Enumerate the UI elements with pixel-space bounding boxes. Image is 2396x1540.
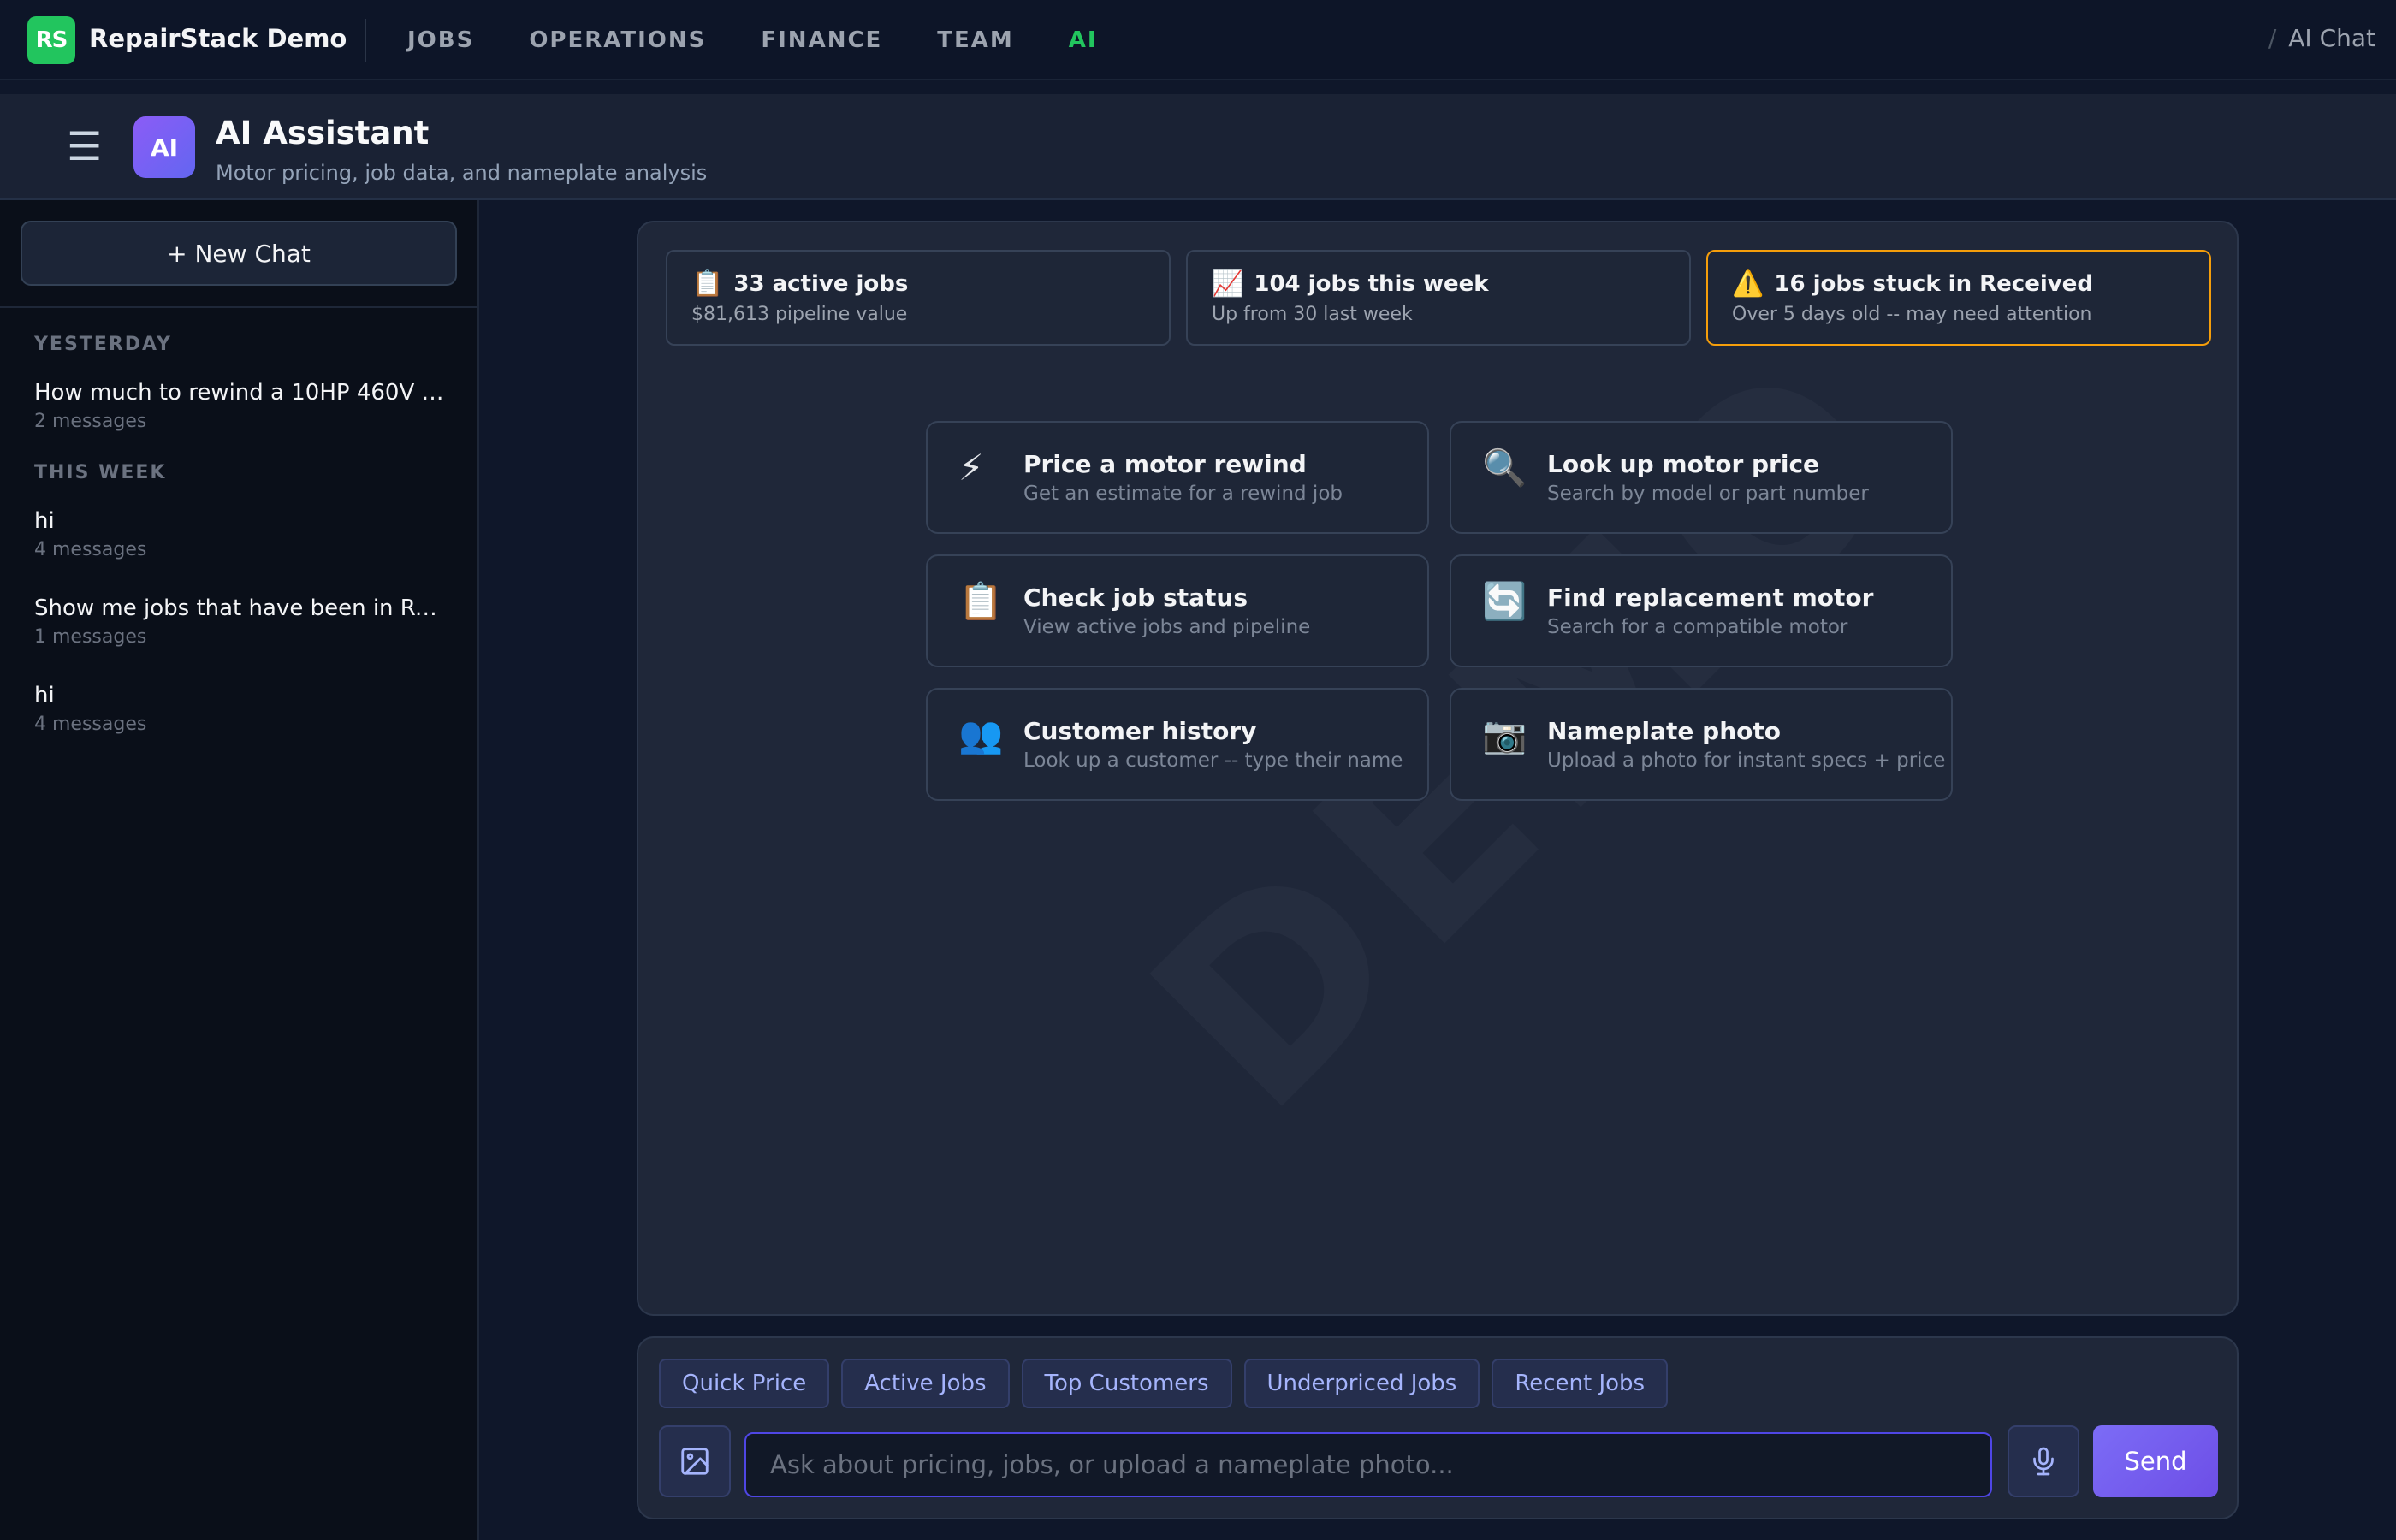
chat-history-item[interactable]: Show me jobs that have been in Received …	[34, 595, 445, 648]
breadcrumb-separator: /	[2268, 24, 2277, 52]
action-title: Check job status	[1023, 583, 1248, 612]
app-logo[interactable]: RS	[27, 16, 75, 64]
people-icon: 👥	[958, 714, 1004, 755]
action-subtitle: Search for a compatible motor	[1547, 616, 1848, 638]
chip-top-customers[interactable]: Top Customers	[1021, 1359, 1232, 1408]
action-price-rewind[interactable]: ⚡ Price a motor rewind Get an estimate f…	[926, 421, 1429, 534]
action-title: Price a motor rewind	[1023, 450, 1307, 478]
main-nav: JOBS OPERATIONS FINANCE TEAM AI	[407, 0, 1098, 80]
page-title: AI Assistant	[216, 115, 430, 151]
menu-toggle-icon[interactable]: ☰	[67, 127, 102, 166]
chart-up-icon: 📈	[1212, 269, 1244, 299]
chip-quick-price[interactable]: Quick Price	[659, 1359, 830, 1408]
quick-prompt-chips: Quick Price Active Jobs Top Customers Un…	[659, 1359, 1669, 1408]
chat-history-item[interactable]: How much to rewind a 10HP 460V 3-phase m…	[34, 380, 445, 432]
page-subtitle: Motor pricing, job data, and nameplate a…	[216, 161, 708, 185]
chat-title: How much to rewind a 10HP 460V 3-phase m…	[34, 380, 445, 406]
new-chat-button[interactable]: + New Chat	[21, 221, 457, 286]
warning-icon: ⚠️	[1732, 269, 1764, 299]
stat-card-jobs-this-week[interactable]: 📈 104 jobs this week Up from 30 last wee…	[1186, 250, 1691, 346]
ai-avatar: AI	[133, 116, 195, 178]
action-nameplate-photo[interactable]: 📷 Nameplate photo Upload a photo for ins…	[1450, 688, 1953, 801]
sidebar-divider	[0, 306, 477, 308]
clipboard-icon: 📋	[958, 580, 1004, 622]
voice-input-button[interactable]	[2008, 1425, 2079, 1497]
microphone-icon	[2033, 1447, 2054, 1476]
chat-panel: DEMO 📋 33 active jobs $81,613 pipeline v…	[637, 221, 2239, 1316]
action-subtitle: Search by model or part number	[1547, 483, 1869, 505]
action-title: Find replacement motor	[1547, 583, 1874, 612]
action-check-job-status[interactable]: 📋 Check job status View active jobs and …	[926, 554, 1429, 667]
magnifier-icon: 🔍	[1482, 447, 1527, 489]
chat-history-item[interactable]: hi 4 messages	[34, 508, 445, 560]
chat-history-item[interactable]: hi 4 messages	[34, 683, 445, 735]
chat-composer: Quick Price Active Jobs Top Customers Un…	[637, 1336, 2239, 1519]
chat-title: hi	[34, 508, 55, 534]
action-subtitle: Get an estimate for a rewind job	[1023, 483, 1343, 505]
stat-subtitle: Over 5 days old -- may need attention	[1732, 304, 2092, 325]
stat-card-active-jobs[interactable]: 📋 33 active jobs $81,613 pipeline value	[666, 250, 1171, 346]
breadcrumb-current: AI Chat	[2288, 24, 2375, 52]
chip-underpriced-jobs[interactable]: Underpriced Jobs	[1243, 1359, 1480, 1408]
image-icon	[681, 1448, 709, 1475]
action-lookup-price[interactable]: 🔍 Look up motor price Search by model or…	[1450, 421, 1953, 534]
chip-active-jobs[interactable]: Active Jobs	[841, 1359, 1010, 1408]
action-find-replacement[interactable]: 🔄 Find replacement motor Search for a co…	[1450, 554, 1953, 667]
chat-title: hi	[34, 683, 55, 708]
stat-card-stuck-jobs[interactable]: ⚠️ 16 jobs stuck in Received Over 5 days…	[1706, 250, 2211, 346]
nav-finance[interactable]: FINANCE	[761, 27, 882, 53]
upload-image-button[interactable]	[659, 1425, 731, 1497]
chip-recent-jobs[interactable]: Recent Jobs	[1492, 1359, 1669, 1408]
lightning-icon: ⚡	[958, 447, 984, 489]
group-label-yesterday: YESTERDAY	[34, 334, 172, 355]
stat-title: 33 active jobs	[733, 270, 909, 297]
action-title: Customer history	[1023, 717, 1257, 745]
clipboard-icon: 📋	[691, 269, 724, 299]
brand-name[interactable]: RepairStack Demo	[89, 24, 347, 53]
nav-operations[interactable]: OPERATIONS	[529, 27, 706, 53]
action-subtitle: View active jobs and pipeline	[1023, 616, 1311, 638]
action-title: Nameplate photo	[1547, 717, 1781, 745]
top-navbar: RS RepairStack Demo JOBS OPERATIONS FINA…	[0, 0, 2396, 80]
brand-divider	[365, 19, 366, 62]
chat-input[interactable]	[744, 1432, 1992, 1497]
page-header: ☰ AI AI Assistant Motor pricing, job dat…	[0, 94, 2396, 200]
refresh-icon: 🔄	[1482, 580, 1527, 622]
chat-title: Show me jobs that have been in Received …	[34, 595, 445, 621]
nav-team[interactable]: TEAM	[937, 27, 1014, 53]
send-button[interactable]: Send	[2093, 1425, 2218, 1497]
chat-message-count: 4 messages	[34, 539, 147, 560]
action-subtitle: Look up a customer -- type their name	[1023, 749, 1403, 772]
stat-subtitle: $81,613 pipeline value	[691, 304, 908, 325]
chat-message-count: 1 messages	[34, 626, 147, 648]
group-label-this-week: THIS WEEK	[34, 462, 167, 483]
camera-icon: 📷	[1482, 714, 1527, 755]
action-subtitle: Upload a photo for instant specs + price	[1547, 749, 1946, 772]
chat-history-sidebar: + New Chat YESTERDAY How much to rewind …	[0, 200, 479, 1540]
action-customer-history[interactable]: 👥 Customer history Look up a customer --…	[926, 688, 1429, 801]
nav-jobs[interactable]: JOBS	[407, 27, 474, 53]
nav-ai[interactable]: AI	[1069, 27, 1098, 53]
action-title: Look up motor price	[1547, 450, 1820, 478]
stat-title: 104 jobs this week	[1254, 270, 1489, 297]
stat-subtitle: Up from 30 last week	[1212, 304, 1413, 325]
chat-message-count: 4 messages	[34, 714, 147, 735]
chat-message-count: 2 messages	[34, 411, 147, 432]
breadcrumb: / AI Chat	[2268, 24, 2375, 52]
stat-title: 16 jobs stuck in Received	[1774, 270, 2093, 297]
